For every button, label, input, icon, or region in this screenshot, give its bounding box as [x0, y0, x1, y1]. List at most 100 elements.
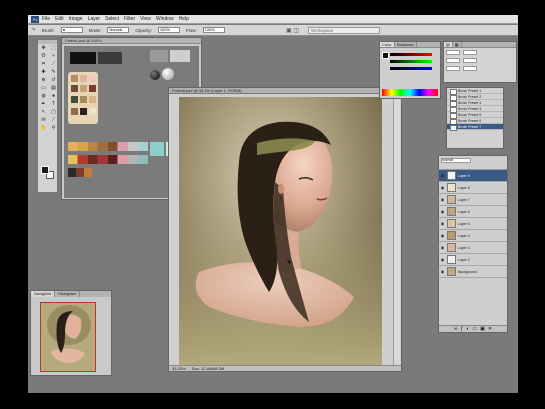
green-slider[interactable]: [390, 60, 432, 63]
link-icon[interactable]: ∞: [454, 326, 458, 332]
clone-stamp-tool-icon[interactable]: ⊛: [39, 77, 48, 84]
vertical-scrollbar[interactable]: [393, 96, 400, 365]
brush-picker[interactable]: ●: [60, 27, 83, 33]
path-select-tool-icon[interactable]: ↖: [39, 109, 48, 116]
tab-swatches[interactable]: Swatches: [395, 42, 417, 47]
menu-file[interactable]: File: [42, 16, 50, 22]
trash-icon[interactable]: ✕: [488, 326, 492, 332]
visibility-eye-icon[interactable]: ◉: [440, 185, 445, 190]
option-field[interactable]: [446, 65, 460, 71]
layer-name: Layer 8: [458, 185, 470, 190]
painting-canvas[interactable]: [179, 97, 382, 365]
gradient-tool-icon[interactable]: ▤: [49, 85, 58, 92]
palette-chip: [89, 75, 96, 82]
visibility-eye-icon[interactable]: ◉: [440, 209, 445, 214]
visibility-eye-icon[interactable]: ◉: [440, 257, 445, 262]
menu-window[interactable]: Window: [156, 16, 174, 22]
mask-icon[interactable]: ◐: [466, 326, 469, 332]
layer-row[interactable]: ◉ Layer 6: [439, 206, 507, 218]
option-field[interactable]: [463, 65, 477, 71]
layer-row[interactable]: ◉ Layer 4: [439, 230, 507, 242]
layer-row[interactable]: ◉ Layer 8: [439, 182, 507, 194]
color-spectrum[interactable]: [382, 89, 438, 96]
palette-chip: [80, 96, 87, 103]
palette-chip: [71, 96, 78, 103]
zoom-tool-icon[interactable]: ⚲: [49, 125, 58, 132]
menu-bar: Ps File Edit Image Layer Select Filter V…: [28, 15, 518, 24]
menu-help[interactable]: Help: [179, 16, 189, 22]
layer-thumbnail: [447, 219, 456, 228]
visibility-eye-icon[interactable]: ◉: [440, 233, 445, 238]
layer-name: Layer 9: [458, 173, 470, 178]
layer-row[interactable]: ◉ Background: [439, 266, 507, 278]
new-layer-icon[interactable]: ▣: [480, 326, 485, 332]
brush-tool-icon[interactable]: ✎: [49, 69, 58, 76]
layer-row[interactable]: ◉ Layer 2: [439, 254, 507, 266]
menu-filter[interactable]: Filter: [124, 16, 135, 22]
layer-row[interactable]: ◉ Layer 3: [439, 242, 507, 254]
option-field[interactable]: [446, 49, 460, 55]
layer-name: Layer 6: [458, 209, 470, 214]
opacity-input[interactable]: 100%: [157, 27, 180, 33]
tab-color[interactable]: Color: [380, 42, 395, 47]
type-tool-icon[interactable]: T: [49, 101, 58, 108]
zoom-level[interactable]: 33.33%: [172, 366, 186, 371]
visibility-eye-icon[interactable]: ◉: [440, 197, 445, 202]
brush-label: Brush:: [41, 27, 55, 33]
tab-brushes[interactable]: ▤: [444, 42, 453, 47]
layer-row[interactable]: ◉ Layer 5: [439, 218, 507, 230]
menu-edit[interactable]: Edit: [55, 16, 64, 22]
crop-tool-icon[interactable]: ⌗: [39, 61, 48, 68]
eraser-tool-icon[interactable]: ▭: [39, 85, 48, 92]
palette-doc-title[interactable]: Palette.psd @ 100%: [62, 38, 201, 44]
option-field[interactable]: [463, 49, 477, 55]
hand-tool-icon[interactable]: ✋: [39, 125, 48, 132]
document-titlebar[interactable]: Portrait.psd @ 33.3% (Layer 1, RGB/8) ▁ …: [169, 88, 401, 94]
layers-footer: ∞ ƒ ◐ ▭ ▣ ✕: [439, 325, 507, 332]
workspace-field[interactable]: Workspace: [308, 27, 380, 34]
flow-input[interactable]: 100%: [202, 27, 225, 33]
folder-icon[interactable]: ▭: [472, 326, 477, 332]
visibility-eye-icon[interactable]: ◉: [440, 173, 445, 178]
history-brush-tool-icon[interactable]: ↺: [49, 77, 58, 84]
layer-row[interactable]: ◉ Layer 9: [439, 170, 507, 182]
menu-view[interactable]: View: [140, 16, 151, 22]
dodge-tool-icon[interactable]: ●: [49, 93, 58, 100]
visibility-eye-icon[interactable]: ◉: [440, 221, 445, 226]
blue-slider[interactable]: [390, 67, 432, 70]
tab-histogram[interactable]: Histogram: [55, 291, 81, 297]
eyedropper-tool-icon[interactable]: ⁄: [49, 117, 58, 124]
blend-mode-select[interactable]: Normal: [441, 158, 471, 163]
option-field[interactable]: [446, 57, 460, 63]
slice-tool-icon[interactable]: ⟋: [49, 61, 58, 68]
visibility-eye-icon[interactable]: ◉: [440, 269, 445, 274]
lasso-tool-icon[interactable]: ʘ: [39, 53, 48, 60]
navigator-thumbnail[interactable]: [40, 302, 96, 372]
bridge-icon[interactable]: ▣ ◫: [286, 27, 299, 34]
marquee-tool-icon[interactable]: ⬚: [49, 45, 58, 52]
option-field[interactable]: [463, 57, 477, 63]
blur-tool-icon[interactable]: ◍: [39, 93, 48, 100]
move-tool-icon[interactable]: ✥: [39, 45, 48, 52]
foreground-color-swatch[interactable]: [41, 166, 49, 174]
brush-tool-icon[interactable]: ✎: [32, 27, 36, 33]
tab-navigator[interactable]: Navigator: [31, 291, 56, 297]
magic-wand-tool-icon[interactable]: ✧: [49, 53, 58, 60]
menu-image[interactable]: Image: [69, 16, 83, 22]
color-fg-swatch[interactable]: [382, 52, 389, 59]
brush-presets-panel: Brush Preset 1 Brush Preset 2 Brush Pres…: [446, 87, 504, 149]
fx-icon[interactable]: ƒ: [461, 326, 464, 332]
layer-row[interactable]: ◉ Layer 7: [439, 194, 507, 206]
red-slider[interactable]: [390, 53, 432, 56]
menu-select[interactable]: Select: [105, 16, 119, 22]
options-row: [444, 48, 516, 56]
shape-tool-icon[interactable]: ▢: [49, 109, 58, 116]
healing-tool-icon[interactable]: ✚: [39, 69, 48, 76]
menu-layer[interactable]: Layer: [88, 16, 101, 22]
visibility-eye-icon[interactable]: ◉: [440, 245, 445, 250]
pen-tool-icon[interactable]: ✒: [39, 101, 48, 108]
brush-preset-item[interactable]: Brush Preset 7: [447, 124, 503, 131]
tab-tool-presets[interactable]: ▦: [453, 42, 462, 47]
notes-tool-icon[interactable]: ✉: [39, 117, 48, 124]
mode-select[interactable]: Normal: [107, 27, 130, 33]
